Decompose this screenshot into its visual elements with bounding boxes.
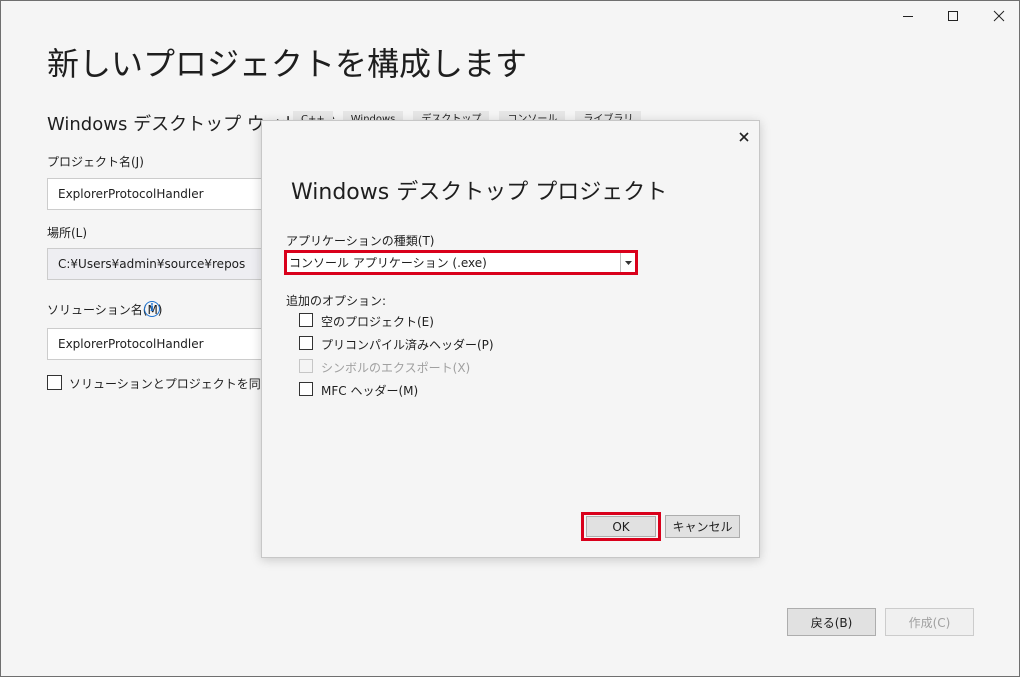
app-type-select[interactable]: コンソール アプリケーション (.exe) [284, 250, 638, 275]
export-symbols-label: シンボルのエクスポート(X) [321, 361, 471, 375]
empty-project-label: 空のプロジェクト(E) [321, 315, 434, 329]
location-input[interactable]: C:¥Users¥admin¥source¥repos [47, 248, 297, 280]
mfc-header-label: MFC ヘッダー(M) [321, 384, 419, 398]
same-directory-checkbox[interactable] [47, 375, 62, 390]
export-symbols-checkbox[interactable] [299, 359, 313, 373]
maximize-button[interactable] [930, 1, 976, 31]
app-type-value: コンソール アプリケーション (.exe) [289, 256, 487, 270]
close-button[interactable] [976, 1, 1019, 31]
close-icon [739, 132, 749, 142]
project-name-label: プロジェクト名(J) [47, 155, 144, 169]
create-button[interactable]: 作成(C) [885, 608, 974, 636]
app-type-label: アプリケーションの種類(T) [286, 234, 435, 248]
page-title: 新しいプロジェクトを構成します [47, 45, 528, 83]
desktop-project-dialog: Windows デスクトップ プロジェクト アプリケーションの種類(T) コンソ… [261, 120, 760, 558]
precompiled-header-label: プリコンパイル済みヘッダー(P) [321, 338, 494, 352]
additional-options-label: 追加のオプション: [286, 294, 387, 308]
empty-project-checkbox[interactable] [299, 313, 313, 327]
maximize-icon [948, 11, 958, 21]
minimize-button[interactable] [885, 1, 931, 31]
chevron-down-icon[interactable] [620, 253, 635, 272]
precompiled-header-checkbox[interactable] [299, 336, 313, 350]
configure-project-window: 新しいプロジェクトを構成します Windows デスクトップ ウィザード C++… [0, 0, 1020, 677]
dialog-close-button[interactable] [736, 129, 752, 145]
solution-name-input[interactable]: ExplorerProtocolHandler [47, 328, 297, 360]
back-button[interactable]: 戻る(B) [787, 608, 876, 636]
info-icon[interactable]: i [144, 301, 160, 317]
dialog-title: Windows デスクトップ プロジェクト [291, 180, 668, 205]
mfc-header-checkbox[interactable] [299, 382, 313, 396]
close-icon [993, 10, 1005, 22]
minimize-icon [903, 16, 913, 17]
cancel-button[interactable]: キャンセル [665, 515, 740, 538]
location-label: 場所(L) [47, 226, 88, 240]
project-name-input[interactable]: ExplorerProtocolHandler [47, 178, 297, 210]
ok-button[interactable]: OK [586, 516, 656, 537]
